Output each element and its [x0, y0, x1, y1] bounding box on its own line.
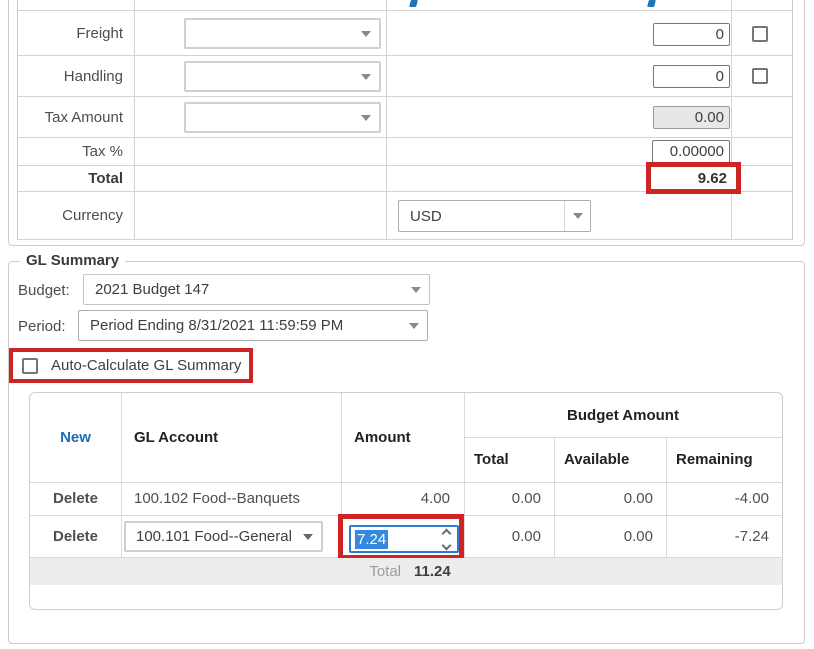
- handling-amount-input[interactable]: 0: [653, 65, 730, 88]
- total-label: Total: [18, 166, 134, 191]
- new-link[interactable]: New: [30, 393, 121, 482]
- auto-calculate-highlight: Auto-Calculate GL Summary: [9, 348, 253, 383]
- budget-value: 2021 Budget 147: [84, 281, 209, 298]
- total-value-highlight: 9.62: [646, 162, 741, 194]
- budget-available-cell: 0.00: [554, 515, 653, 557]
- footer-total-label: Total: [330, 558, 401, 585]
- freight-label: Freight: [18, 11, 134, 55]
- tax-percent-input[interactable]: 0.00000: [652, 140, 730, 163]
- budget-total-cell: 0.00: [464, 515, 541, 557]
- footer-total-value: 11.24: [414, 558, 451, 585]
- budget-total-cell: 0.00: [464, 482, 541, 515]
- chevron-down-icon[interactable]: [403, 275, 429, 304]
- gl-summary-legend: GL Summary: [20, 252, 125, 269]
- budget-amount-header: Budget Amount: [464, 393, 782, 437]
- currency-dropdown[interactable]: USD: [398, 200, 591, 232]
- chevron-down-icon[interactable]: [353, 63, 379, 90]
- period-label: Period:: [18, 318, 66, 335]
- freight-type-dropdown[interactable]: [184, 18, 381, 49]
- chevron-down-icon[interactable]: [564, 201, 590, 231]
- gl-account-dropdown[interactable]: 100.101 Food--General: [124, 521, 323, 552]
- freight-row: Freight 0: [18, 11, 792, 56]
- freight-amount-input[interactable]: 0: [653, 23, 730, 46]
- amount-header: Amount: [354, 393, 459, 482]
- freight-checkbox[interactable]: [752, 26, 768, 42]
- budget-remaining-cell: -4.00: [666, 482, 769, 515]
- tax-amount-row: Tax Amount 0.00: [18, 97, 792, 138]
- auto-calculate-checkbox[interactable]: [22, 358, 38, 374]
- currency-label: Currency: [18, 192, 134, 239]
- period-dropdown[interactable]: Period Ending 8/31/2021 11:59:59 PM: [78, 310, 428, 341]
- currency-value: USD: [399, 208, 442, 225]
- chevron-down-icon[interactable]: [353, 104, 379, 131]
- period-value: Period Ending 8/31/2021 11:59:59 PM: [79, 317, 343, 334]
- handling-label: Handling: [18, 56, 134, 96]
- gl-account-cell: 100.102 Food--Banquets: [134, 482, 339, 515]
- handling-row: Handling 0: [18, 56, 792, 97]
- delete-link[interactable]: Delete: [30, 482, 121, 515]
- chevron-down-icon[interactable]: [442, 540, 452, 550]
- tax-percent-label: Tax %: [18, 138, 134, 165]
- chevron-down-icon[interactable]: [295, 523, 321, 550]
- gl-account-header: GL Account: [134, 393, 334, 482]
- total-value: 9.62: [698, 170, 727, 187]
- budget-remaining-header: Remaining: [676, 437, 780, 482]
- tax-type-dropdown[interactable]: [184, 102, 381, 133]
- gl-accounts-table: New GL Account Amount Budget Amount Tota…: [29, 392, 783, 610]
- cropped-row: [18, 0, 792, 11]
- gl-account-value: 100.101 Food--General: [126, 528, 292, 545]
- amount-spinner-value: 7.24: [355, 530, 388, 549]
- amount-spinner-input[interactable]: 7.24: [349, 525, 459, 553]
- tax-amount-label: Tax Amount: [18, 97, 134, 137]
- amount-spinner-highlight: 7.24: [338, 514, 464, 560]
- spinner-buttons[interactable]: [443, 527, 450, 551]
- handling-checkbox[interactable]: [752, 68, 768, 84]
- column-divider: [121, 393, 122, 558]
- budget-available-header: Available: [564, 437, 664, 482]
- amount-cell: 4.00: [341, 482, 450, 515]
- chevron-down-icon[interactable]: [401, 311, 427, 340]
- handling-type-dropdown[interactable]: [184, 61, 381, 92]
- budget-label: Budget:: [18, 282, 70, 299]
- budget-remaining-cell: -7.24: [666, 515, 769, 557]
- auto-calculate-label: Auto-Calculate GL Summary: [51, 357, 241, 374]
- budget-dropdown[interactable]: 2021 Budget 147: [83, 274, 430, 305]
- totals-table: Freight 0 Handling 0 Tax Amount 0.00 Tax…: [17, 0, 793, 240]
- table-footer: Total 11.24: [30, 558, 782, 585]
- tax-amount-input: 0.00: [653, 106, 730, 129]
- budget-available-cell: 0.00: [554, 482, 653, 515]
- currency-row: Currency USD: [18, 192, 792, 240]
- delete-link[interactable]: Delete: [30, 515, 121, 557]
- budget-total-header: Total: [474, 437, 554, 482]
- chevron-up-icon[interactable]: [442, 528, 452, 538]
- chevron-down-icon[interactable]: [353, 20, 379, 47]
